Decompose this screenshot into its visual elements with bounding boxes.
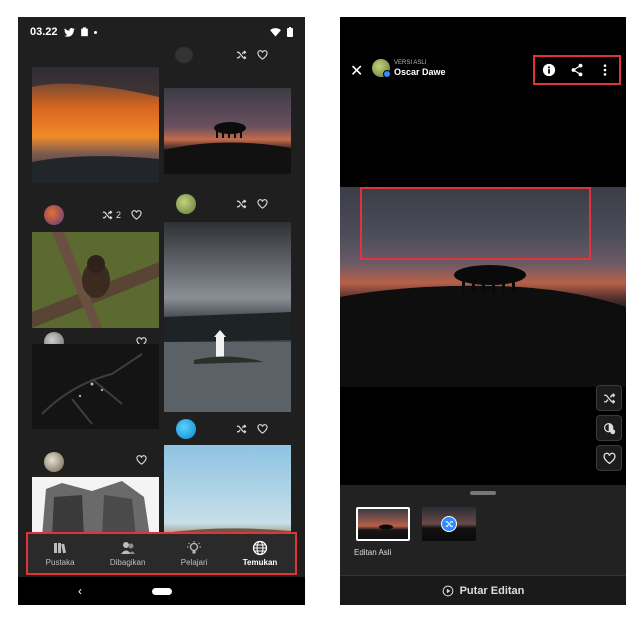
author-name[interactable]: Oscar Dawe	[394, 67, 446, 77]
remix-button[interactable]	[596, 385, 622, 411]
apply-preset-icon	[603, 422, 615, 434]
sheet-handle[interactable]	[470, 491, 496, 495]
wifi-icon	[270, 27, 281, 37]
photo-tile[interactable]	[164, 222, 291, 412]
twitter-icon	[63, 27, 75, 37]
photo-detail-screen: ✕ VERSI ASLI Oscar Dawe Editan Asli Puta…	[340, 17, 626, 605]
version-original-label: Editan Asli	[354, 548, 392, 557]
card-actions	[236, 424, 268, 434]
versions-sheet: Editan Asli Putar Editan	[340, 485, 626, 605]
remix-icon[interactable]	[236, 199, 247, 209]
card-actions	[136, 455, 147, 465]
photo-tile[interactable]	[32, 344, 159, 429]
remix-badge-icon	[441, 516, 457, 532]
status-bar: 03.22	[18, 17, 305, 47]
version-original[interactable]	[356, 507, 410, 541]
nav-label: Temukan	[242, 558, 278, 567]
home-pill[interactable]	[151, 587, 172, 595]
heart-icon[interactable]	[257, 199, 268, 209]
remix-icon[interactable]	[236, 50, 247, 60]
card-actions	[236, 199, 268, 209]
detail-top-bar: ✕ VERSI ASLI Oscar Dawe	[340, 55, 626, 85]
status-time: 03.22	[30, 26, 58, 38]
apply-preset-button[interactable]	[596, 415, 622, 441]
photo-tile[interactable]	[32, 232, 159, 328]
clipboard-icon	[80, 27, 88, 37]
play-label: Putar Editan	[459, 584, 525, 597]
discover-screen: 03.22 2 Pustaka Dibagikan Pelajari Temuk…	[18, 17, 305, 605]
card-actions	[236, 50, 268, 60]
more-vertical-icon[interactable]	[598, 63, 612, 77]
avatar[interactable]	[44, 205, 64, 225]
photo-tile[interactable]	[164, 445, 291, 537]
notification-dot-icon	[93, 30, 97, 34]
share-icon[interactable]	[570, 63, 584, 77]
photo-grid: 2	[18, 47, 305, 537]
remix-count: 2	[116, 210, 122, 220]
shared-people-icon	[120, 542, 135, 554]
verified-badge-icon	[383, 70, 391, 78]
nav-item-temukan[interactable]: Temukan	[242, 540, 278, 567]
system-navigation: ‹	[18, 577, 305, 605]
nav-item-pustaka[interactable]: Pustaka	[46, 540, 75, 567]
card-actions: 2	[102, 210, 142, 220]
photo-tile[interactable]	[164, 88, 291, 174]
heart-icon[interactable]	[257, 50, 268, 60]
play-edits-button[interactable]: Putar Editan	[340, 575, 626, 605]
heart-icon	[602, 452, 616, 464]
bottom-navigation: Pustaka Dibagikan Pelajari Temukan	[26, 532, 297, 575]
battery-icon	[287, 27, 293, 37]
nav-item-dibagikan[interactable]: Dibagikan	[109, 540, 146, 567]
nav-label: Dibagikan	[109, 558, 146, 567]
nav-label: Pustaka	[45, 558, 75, 567]
back-icon[interactable]: ‹	[78, 584, 82, 598]
version-label: VERSI ASLI	[394, 60, 427, 66]
like-button[interactable]	[596, 445, 622, 471]
photo-tile[interactable]	[32, 477, 159, 537]
globe-icon	[252, 540, 268, 556]
lightbulb-icon	[187, 541, 202, 554]
avatar[interactable]	[176, 419, 196, 439]
heart-icon[interactable]	[136, 455, 147, 465]
photo-tile[interactable]	[32, 67, 159, 183]
sky-highlight	[360, 187, 591, 260]
avatar[interactable]	[176, 194, 196, 214]
heart-icon[interactable]	[131, 210, 142, 220]
avatar[interactable]	[175, 47, 193, 63]
remix-icon[interactable]	[102, 210, 113, 220]
top-actions-group	[533, 55, 621, 85]
remix-icon	[603, 392, 615, 404]
info-icon[interactable]	[542, 63, 556, 77]
version-remix[interactable]	[422, 507, 476, 541]
heart-icon[interactable]	[257, 424, 268, 434]
nav-item-pelajari[interactable]: Pelajari	[180, 540, 208, 567]
remix-icon[interactable]	[236, 424, 247, 434]
avatar[interactable]	[44, 452, 64, 472]
nav-label: Pelajari	[180, 558, 208, 567]
library-icon	[54, 543, 67, 554]
play-icon	[442, 585, 453, 596]
close-icon[interactable]: ✕	[350, 61, 363, 81]
